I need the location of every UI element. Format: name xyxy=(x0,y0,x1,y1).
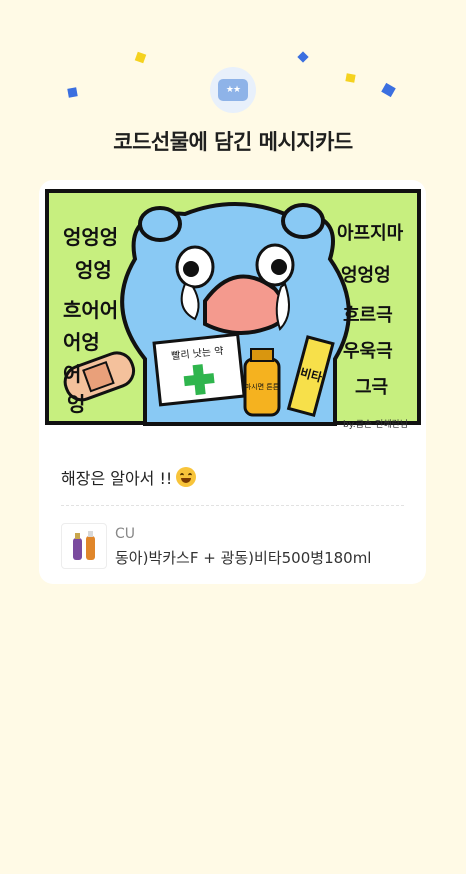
illus-right-text: 아프지마 xyxy=(337,223,404,244)
message-card: 빨리 낫는 약 마시면 튼튼 비타 엉엉엉 엉엉 흐어어 어엉 어 엉 아프지마… xyxy=(39,180,426,584)
illustration-signature: by.금손 전혜란님 xyxy=(343,418,408,430)
illus-left-text: 흐어어 xyxy=(63,298,118,322)
confetti-piece xyxy=(297,51,309,63)
card-message-text: 해장은 알아서 !! xyxy=(61,469,173,488)
page-title: 코드선물에 담긴 메시지카드 xyxy=(113,130,353,154)
illus-left-text: 엉엉엉 xyxy=(63,225,118,249)
illus-left-text: 엉엉 xyxy=(75,258,112,282)
card-message: 해장은 알아서 !! xyxy=(61,465,197,489)
illus-left-text: 엉 xyxy=(67,392,85,416)
illus-right-text: 그극 xyxy=(355,377,388,398)
product-name[interactable]: 동아)박카스F + 광동)비타500병180ml xyxy=(115,547,371,568)
illus-left-text: 어엉 xyxy=(63,330,100,354)
confetti-piece xyxy=(67,87,78,98)
bottle-text: 마시면 튼튼 xyxy=(245,382,280,391)
bear-ear-left xyxy=(138,206,182,242)
confetti-piece xyxy=(381,82,396,98)
product-thumbnail[interactable] xyxy=(61,523,107,569)
message-card-icon: ★★ xyxy=(218,79,248,101)
message-card-badge: ★★ xyxy=(210,67,256,113)
confetti-piece xyxy=(345,73,356,83)
illus-right-text: 엉엉엉 xyxy=(341,265,391,286)
confetti-piece xyxy=(134,51,147,64)
divider xyxy=(61,505,404,506)
illus-right-text: 흐르극 xyxy=(343,305,393,326)
store-name: CU xyxy=(115,526,136,542)
card-illustration: 빨리 낫는 약 마시면 튼튼 비타 엉엉엉 엉엉 흐어어 어엉 어 엉 아프지마… xyxy=(45,189,421,430)
illus-left-text: 어 xyxy=(63,362,81,386)
grinning-face-icon xyxy=(176,467,197,487)
bear-ear-right xyxy=(281,203,325,239)
illus-right-text: 우욱극 xyxy=(343,341,393,362)
